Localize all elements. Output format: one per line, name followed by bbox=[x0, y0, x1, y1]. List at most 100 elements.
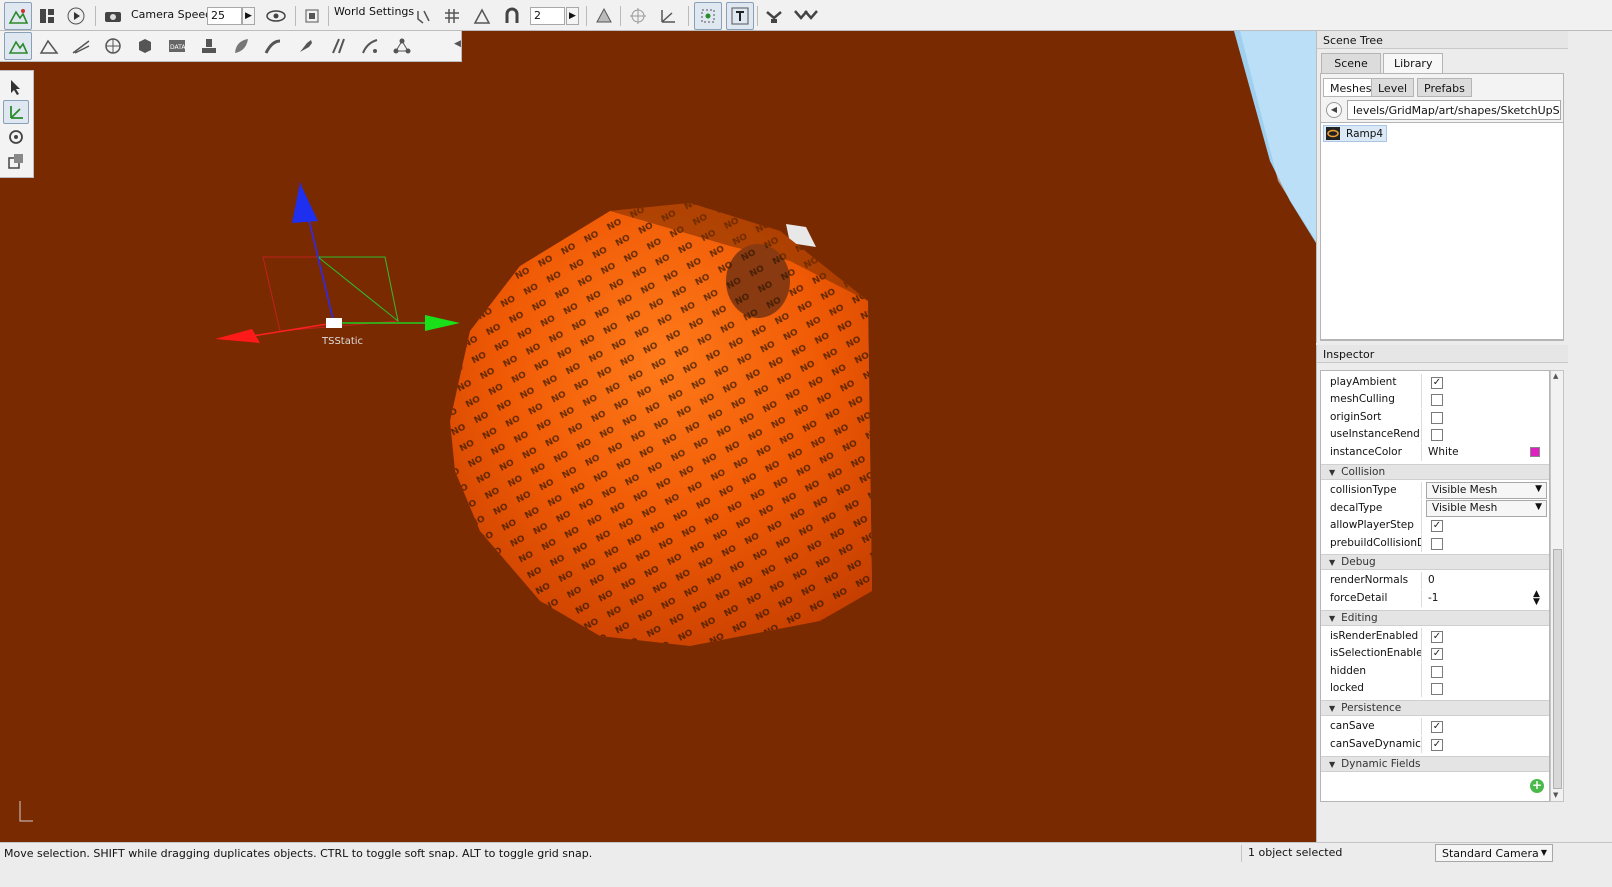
inspector-title: Inspector bbox=[1317, 345, 1568, 363]
scroll-down-icon[interactable]: ▼ bbox=[1553, 791, 1558, 799]
drop-at-button[interactable] bbox=[760, 2, 788, 30]
ramp-icon bbox=[264, 39, 281, 54]
prop-collision-type: collisionType Visible Mesh ▼ bbox=[1321, 482, 1549, 499]
datablock-editor-button[interactable]: DATA bbox=[163, 32, 191, 60]
rotate-tool[interactable] bbox=[3, 125, 29, 149]
prebuild-collision-checkbox[interactable] bbox=[1431, 538, 1443, 550]
river-editor-button[interactable] bbox=[292, 32, 320, 60]
grid-snap-button[interactable] bbox=[438, 2, 466, 30]
prop-label: renderNormals bbox=[1330, 574, 1409, 586]
can-save-dynamic-checkbox[interactable]: ✓ bbox=[1431, 739, 1443, 751]
world-transform-button[interactable] bbox=[654, 2, 682, 30]
prop-use-instance-render: useInstanceRend... bbox=[1321, 426, 1549, 443]
section-editing[interactable]: ▼ Editing bbox=[1321, 610, 1549, 626]
grid-size-input[interactable]: 2 bbox=[530, 7, 565, 25]
road-editor-button[interactable] bbox=[324, 32, 352, 60]
play-ambient-checkbox[interactable]: ✓ bbox=[1431, 377, 1443, 389]
subtab-prefabs[interactable]: Prefabs bbox=[1417, 78, 1472, 97]
prop-label: decalType bbox=[1330, 502, 1383, 514]
subtab-level[interactable]: Level bbox=[1371, 78, 1415, 97]
object-center-button[interactable] bbox=[590, 2, 618, 30]
force-detail-value[interactable]: -1 bbox=[1428, 592, 1438, 604]
prop-label: allowPlayerStep bbox=[1330, 519, 1414, 531]
section-dynamic-fields[interactable]: ▼ Dynamic Fields bbox=[1321, 756, 1549, 772]
gui-editor-button[interactable] bbox=[33, 2, 61, 30]
prop-label: useInstanceRend... bbox=[1330, 428, 1421, 440]
3d-viewport[interactable]: NO TSStatic bbox=[0, 31, 1316, 842]
section-debug[interactable]: ▼ Debug bbox=[1321, 554, 1549, 570]
is-render-enabled-checkbox[interactable]: ✓ bbox=[1431, 631, 1443, 643]
back-icon[interactable]: ◀ bbox=[1326, 102, 1342, 118]
origin-sort-checkbox[interactable] bbox=[1431, 412, 1443, 424]
scroll-up-icon[interactable]: ▲ bbox=[1553, 372, 1558, 380]
material-editor-button[interactable] bbox=[99, 32, 127, 60]
viewport-scene: NO TSStatic bbox=[19, 31, 1316, 822]
terrain-editor-button[interactable] bbox=[35, 32, 63, 60]
select-tool[interactable] bbox=[3, 75, 29, 99]
color-swatch[interactable] bbox=[1530, 447, 1540, 457]
section-persistence[interactable]: ▼ Persistence bbox=[1321, 700, 1549, 716]
terrain-paint-button[interactable] bbox=[67, 32, 95, 60]
prop-is-selection-enabled: isSelectionEnabled ✓ bbox=[1321, 645, 1549, 662]
hidden-checkbox[interactable] bbox=[1431, 666, 1443, 678]
render-normals-value[interactable]: 0 bbox=[1428, 574, 1435, 586]
is-selection-enabled-checkbox[interactable]: ✓ bbox=[1431, 648, 1443, 660]
camera-speed-arrow[interactable]: ▶ bbox=[242, 7, 255, 25]
world-editor-icon bbox=[8, 9, 28, 24]
spinner-icon[interactable]: ▲ ▼ bbox=[1533, 590, 1540, 607]
cube-icon bbox=[139, 39, 151, 53]
snap-terrain-button[interactable] bbox=[410, 2, 438, 30]
prop-can-save: canSave ✓ bbox=[1321, 718, 1549, 735]
move-tool[interactable] bbox=[3, 100, 29, 124]
forest-editor-button[interactable] bbox=[227, 32, 255, 60]
collapse-arrow-icon[interactable]: ◀ bbox=[454, 39, 461, 49]
magnet-button[interactable] bbox=[498, 2, 526, 30]
scrollbar-thumb[interactable] bbox=[1553, 549, 1562, 789]
prop-label: isRenderEnabled bbox=[1330, 630, 1419, 642]
render-handle-button[interactable] bbox=[694, 2, 722, 30]
render-text-button[interactable] bbox=[726, 2, 754, 30]
camera-button[interactable] bbox=[99, 2, 127, 30]
tab-library[interactable]: Library bbox=[1383, 53, 1443, 73]
instance-color-value[interactable]: White bbox=[1428, 446, 1459, 458]
tab-scene[interactable]: Scene bbox=[1321, 53, 1381, 73]
camera-speed-input[interactable]: 25 bbox=[207, 7, 242, 25]
prop-allow-player-step: allowPlayerStep ✓ bbox=[1321, 517, 1549, 534]
sketch-editor-button[interactable] bbox=[131, 32, 159, 60]
can-save-checkbox[interactable]: ✓ bbox=[1431, 721, 1443, 733]
prop-hidden: hidden bbox=[1321, 663, 1549, 680]
snap-icon bbox=[417, 10, 430, 24]
play-game-button[interactable] bbox=[62, 2, 90, 30]
drop-location-button[interactable] bbox=[792, 2, 820, 30]
collision-type-dropdown[interactable]: Visible Mesh ▼ bbox=[1426, 482, 1547, 499]
bounds-center-button[interactable] bbox=[624, 2, 652, 30]
object-editor-button[interactable] bbox=[4, 32, 32, 60]
soft-snap-button[interactable] bbox=[468, 2, 496, 30]
grid-size-arrow[interactable]: ▶ bbox=[566, 7, 579, 25]
prop-label: collisionType bbox=[1330, 484, 1397, 496]
mesh-road-button[interactable] bbox=[259, 32, 287, 60]
section-collision[interactable]: ▼ Collision bbox=[1321, 464, 1549, 480]
world-editor-button[interactable] bbox=[4, 2, 32, 30]
use-instance-render-checkbox[interactable] bbox=[1431, 429, 1443, 441]
add-field-icon[interactable]: + bbox=[1530, 779, 1544, 793]
locked-checkbox[interactable] bbox=[1431, 683, 1443, 695]
shape-editor-button[interactable] bbox=[356, 32, 384, 60]
list-item[interactable]: Ramp4 bbox=[1323, 125, 1387, 142]
world-settings-button[interactable]: World Settings bbox=[334, 5, 414, 18]
particle-editor-button[interactable] bbox=[388, 32, 416, 60]
allow-player-step-checkbox[interactable]: ✓ bbox=[1431, 520, 1443, 532]
mesh-culling-checkbox[interactable] bbox=[1431, 394, 1443, 406]
paint-icon bbox=[72, 40, 90, 54]
brush-icon bbox=[300, 40, 312, 52]
decal-editor-button[interactable] bbox=[195, 32, 223, 60]
inspector-scrollbar[interactable]: ▲ ▼ bbox=[1550, 370, 1564, 802]
layout-icon bbox=[40, 9, 54, 23]
scale-tool[interactable] bbox=[3, 149, 29, 173]
visibility-button[interactable] bbox=[262, 2, 290, 30]
snap-camera-button[interactable] bbox=[298, 2, 326, 30]
status-message: Move selection. SHIFT while dragging dup… bbox=[4, 847, 593, 860]
library-path-field[interactable]: levels/GridMap/art/shapes/SketchUpShapes bbox=[1347, 100, 1561, 120]
camera-mode-dropdown[interactable]: Standard Camera ▼ bbox=[1435, 844, 1553, 862]
decal-type-dropdown[interactable]: Visible Mesh ▼ bbox=[1426, 500, 1547, 517]
